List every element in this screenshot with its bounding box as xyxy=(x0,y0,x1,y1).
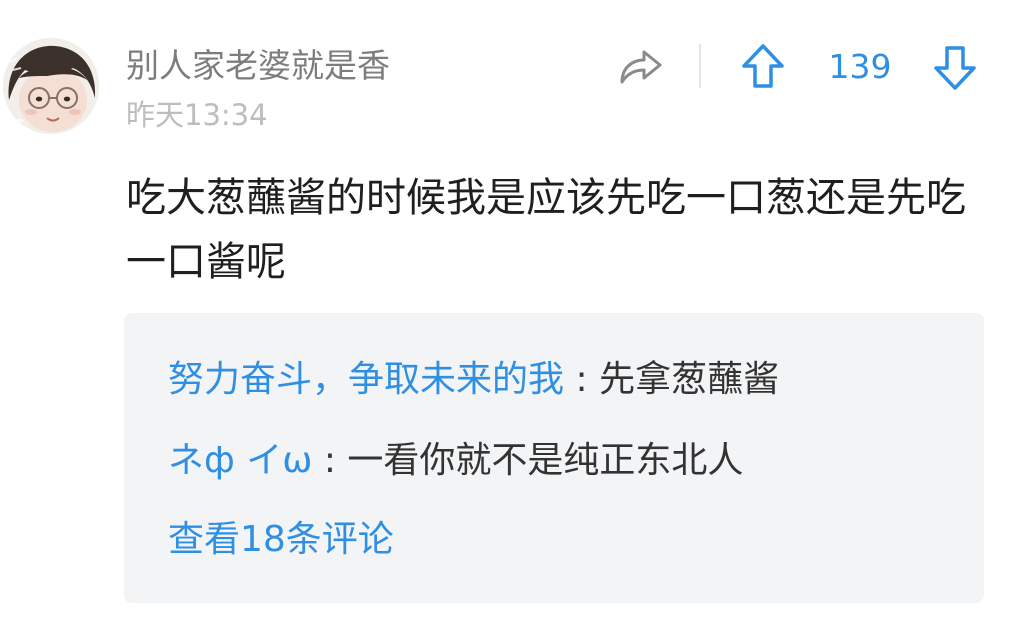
reply-text: 一看你就不是纯正东北人 xyxy=(347,440,744,481)
avatar-image xyxy=(3,38,99,134)
upvote-button[interactable] xyxy=(738,42,788,92)
vote-count: 139 xyxy=(828,47,892,86)
reply-author[interactable]: ネф イω xyxy=(168,440,312,481)
reply-item[interactable]: ネф イω : 一看你就不是纯正东北人 xyxy=(168,436,743,486)
reply-preview-box: 努力奋斗，争取未来的我 : 先拿葱蘸酱 ネф イω : 一看你就不是纯正东北人 … xyxy=(124,313,984,603)
divider xyxy=(699,44,701,88)
reply-separator: : xyxy=(575,359,588,400)
username[interactable]: 别人家老婆就是香 xyxy=(126,44,390,88)
downvote-button[interactable] xyxy=(930,42,980,92)
view-all-comments-link[interactable]: 查看18条评论 xyxy=(168,515,394,565)
reply-separator: : xyxy=(323,440,336,481)
share-button[interactable] xyxy=(614,44,666,88)
downvote-arrow-icon xyxy=(934,46,976,90)
timestamp: 昨天13:34 xyxy=(126,98,268,132)
reply-author[interactable]: 努力奋斗，争取未来的我 xyxy=(168,359,564,400)
reply-item[interactable]: 努力奋斗，争取未来的我 : 先拿葱蘸酱 xyxy=(168,355,779,405)
upvote-arrow-icon xyxy=(742,44,784,88)
reply-text: 先拿葱蘸酱 xyxy=(599,359,780,400)
avatar[interactable] xyxy=(3,38,99,134)
share-arrow-icon xyxy=(620,50,662,84)
post-content: 吃大葱蘸酱的时候我是应该先吃一口葱还是先吃一口酱呢 xyxy=(126,175,966,285)
